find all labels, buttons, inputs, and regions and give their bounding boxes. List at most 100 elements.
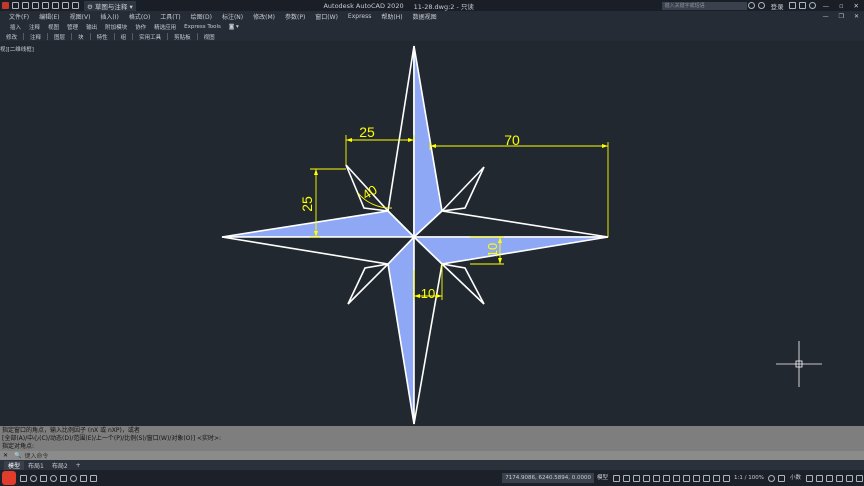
menu-data-view[interactable]: 数据视图 (408, 12, 442, 21)
menu-edit[interactable]: 编辑(E) (34, 12, 64, 21)
menu-window[interactable]: 窗口(W) (310, 12, 343, 21)
menu-format[interactable]: 格式(O) (124, 12, 155, 21)
save-as-icon[interactable] (41, 2, 49, 9)
menu-file[interactable]: 文件(F) (4, 12, 34, 21)
search-input[interactable]: 键入关键字或短语 (661, 1, 747, 10)
doc-close-button[interactable]: ✕ (849, 13, 864, 20)
search-icon[interactable] (748, 2, 756, 9)
tab-collaborate[interactable]: 协作 (131, 23, 150, 31)
tab-output[interactable]: 输出 (82, 23, 101, 31)
panel-view[interactable]: 视图 (200, 33, 219, 41)
ime-moon-icon[interactable] (29, 474, 37, 482)
menu-dimension[interactable]: 标注(N) (217, 12, 248, 21)
workspace-dropdown[interactable]: ⚙ 草图与注释 ▾ (84, 0, 136, 11)
panel-annotation[interactable]: 注释 (26, 33, 45, 41)
tab-layout2[interactable]: 布局2 (48, 461, 72, 470)
panel-block[interactable]: 块 (74, 33, 88, 41)
auto-scale-icon[interactable] (722, 474, 730, 482)
annotation-visibility-icon[interactable] (712, 474, 720, 482)
drawing-canvas[interactable]: 视][二维线框] 25 70 25 40 10 10 (0, 41, 864, 426)
ime-emoji-icon[interactable] (49, 474, 57, 482)
ime-grid-icon[interactable] (89, 474, 97, 482)
ime-punct-icon[interactable] (39, 474, 47, 482)
dim25-top-arrow-left (346, 138, 352, 142)
ortho-icon[interactable] (632, 474, 640, 482)
units-dropdown[interactable]: 小数 (787, 473, 804, 483)
clean-screen-icon[interactable] (845, 474, 853, 482)
model-space-button[interactable]: 模型 (594, 473, 611, 483)
panel-clipboard[interactable]: 剪贴板 (170, 33, 195, 41)
annotation-scale-dropdown[interactable]: 1:1 / 100% (731, 473, 767, 483)
customization-menu-icon[interactable] (855, 474, 863, 482)
menu-tools[interactable]: 工具(T) (155, 12, 185, 21)
doc-restore-button[interactable]: ❐ (834, 13, 849, 20)
panel-utilities[interactable]: 实用工具 (135, 33, 165, 41)
quick-properties-icon[interactable] (805, 474, 813, 482)
menu-parametric[interactable]: 参数(P) (280, 12, 310, 21)
menu-help[interactable]: 帮助(H) (376, 12, 407, 21)
grid-icon[interactable] (612, 474, 620, 482)
command-close-icon[interactable]: ✕ (0, 452, 11, 459)
app-menu-icon[interactable] (1, 2, 9, 9)
object-snap-tracking-icon[interactable] (662, 474, 670, 482)
tab-featured-apps[interactable]: 精选应用 (150, 23, 180, 31)
exchange-icon[interactable] (799, 2, 807, 9)
menu-express[interactable]: Express (343, 13, 376, 20)
menu-draw[interactable]: 绘图(D) (186, 12, 217, 21)
close-button[interactable]: ✕ (849, 2, 864, 10)
workspace-gear-icon[interactable] (768, 474, 776, 482)
tab-express-tools[interactable]: Express Tools (180, 24, 225, 30)
panel-modify[interactable]: 修改 (2, 33, 21, 41)
transparency-icon[interactable] (692, 474, 700, 482)
open-file-icon[interactable] (21, 2, 29, 9)
ime-keyboard-icon[interactable] (59, 474, 67, 482)
print-icon[interactable] (51, 2, 59, 9)
panel-properties[interactable]: 特性 (93, 33, 112, 41)
coordinate-readout[interactable]: 7174.9086, 6240.5894, 0.0000 (502, 473, 595, 483)
ime-lang-icon[interactable] (19, 474, 27, 482)
maximize-button[interactable]: ▫ (834, 2, 848, 10)
tab-view[interactable]: 视图 (44, 23, 63, 31)
user-icon[interactable] (758, 2, 766, 9)
add-layout-button[interactable]: + (72, 462, 85, 469)
ribbon-panel-bar: 修改 注释 图层 块 特性 组 实用工具 剪贴板 视图 (0, 32, 864, 41)
isodraft-icon[interactable] (652, 474, 660, 482)
lineweight-icon[interactable] (682, 474, 690, 482)
undo-icon[interactable] (61, 2, 69, 9)
snap-icon[interactable] (622, 474, 630, 482)
command-input-row[interactable]: ✕ 🔍 键入命令 (0, 451, 864, 460)
ime-logo-icon[interactable] (2, 471, 16, 485)
doc-minimize-button[interactable]: — (818, 13, 834, 20)
menu-view[interactable]: 视图(V) (65, 12, 96, 21)
lock-ui-icon[interactable] (815, 474, 823, 482)
login-button[interactable]: 登录 (767, 1, 788, 11)
star-point-se (439, 262, 485, 305)
tab-layout1[interactable]: 布局1 (24, 461, 48, 470)
save-icon[interactable] (31, 2, 39, 9)
selection-cycling-icon[interactable] (702, 474, 710, 482)
object-snap-icon[interactable] (672, 474, 680, 482)
tab-model[interactable]: 模型 (4, 460, 25, 470)
menu-modify[interactable]: 修改(M) (248, 12, 280, 21)
panel-layers[interactable]: 图层 (50, 33, 69, 41)
help-icon[interactable] (809, 2, 817, 9)
new-file-icon[interactable] (11, 2, 19, 9)
tab-insert[interactable]: 插入 (6, 23, 25, 31)
tab-manage[interactable]: 管理 (63, 23, 82, 31)
ribbon-toggle-button[interactable]: ◙ ▾ (225, 24, 243, 30)
cart-icon[interactable] (789, 2, 797, 9)
hardware-acceleration-icon[interactable] (835, 474, 843, 482)
ime-skin-icon[interactable] (79, 474, 87, 482)
panel-groups[interactable]: 组 (117, 33, 131, 41)
command-input[interactable]: 键入命令 (25, 451, 49, 460)
tab-annotate[interactable]: 注释 (25, 23, 44, 31)
menu-insert[interactable]: 插入(I) (95, 12, 123, 21)
redo-icon[interactable] (71, 2, 79, 9)
minimize-button[interactable]: — (818, 2, 835, 10)
command-search-icon[interactable]: 🔍 (11, 452, 24, 459)
isolate-objects-icon[interactable] (825, 474, 833, 482)
tab-addins[interactable]: 附加模块 (101, 23, 131, 31)
polar-icon[interactable] (642, 474, 650, 482)
ime-user-icon[interactable] (69, 474, 77, 482)
annotation-monitor-icon[interactable] (778, 474, 786, 482)
